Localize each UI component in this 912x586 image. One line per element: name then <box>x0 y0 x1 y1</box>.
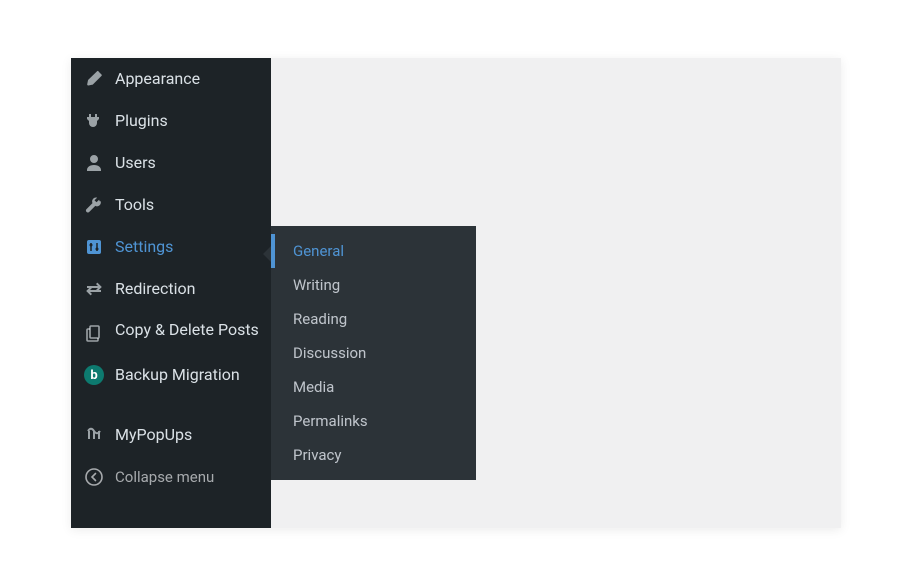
backup-migration-icon: b <box>83 364 105 386</box>
documents-icon <box>83 322 105 344</box>
sidebar-item-redirection[interactable]: Redirection <box>71 268 271 310</box>
submenu-item-reading[interactable]: Reading <box>271 302 476 336</box>
submenu-item-discussion[interactable]: Discussion <box>271 336 476 370</box>
sliders-icon <box>83 236 105 258</box>
sidebar-item-plugins[interactable]: Plugins <box>71 100 271 142</box>
collapse-icon <box>83 466 105 488</box>
sidebar-label: Tools <box>115 195 154 216</box>
sidebar-label: Redirection <box>115 279 195 300</box>
sidebar-item-settings[interactable]: Settings <box>71 226 271 268</box>
sidebar-label: Appearance <box>115 69 200 90</box>
sidebar-item-tools[interactable]: Tools <box>71 184 271 226</box>
user-icon <box>83 152 105 174</box>
sidebar-item-backup-migration[interactable]: b Backup Migration <box>71 354 271 396</box>
plug-icon <box>83 110 105 132</box>
submenu-item-privacy[interactable]: Privacy <box>271 438 476 472</box>
submenu-item-writing[interactable]: Writing <box>271 268 476 302</box>
sidebar-label: Copy & Delete Posts <box>115 320 259 341</box>
sidebar-label: MyPopUps <box>115 425 192 446</box>
sidebar-item-mypopups[interactable]: MyPopUps <box>71 414 271 456</box>
paintbrush-icon <box>83 68 105 90</box>
mypopups-icon <box>83 424 105 446</box>
submenu-item-general[interactable]: General <box>271 234 476 268</box>
collapse-menu-button[interactable]: Collapse menu <box>71 456 271 498</box>
sidebar-label: Plugins <box>115 111 168 132</box>
sidebar-item-copy-delete-posts[interactable]: Copy & Delete Posts <box>71 310 271 354</box>
menu-separator <box>71 396 271 414</box>
admin-sidebar: Appearance Plugins Users Tools Settings <box>71 58 271 528</box>
swap-icon <box>83 278 105 300</box>
submenu-item-media[interactable]: Media <box>271 370 476 404</box>
wrench-icon <box>83 194 105 216</box>
sidebar-item-users[interactable]: Users <box>71 142 271 184</box>
sidebar-label: Settings <box>115 237 173 258</box>
submenu-item-permalinks[interactable]: Permalinks <box>271 404 476 438</box>
settings-submenu: General Writing Reading Discussion Media… <box>271 226 476 480</box>
sidebar-label: Users <box>115 153 156 174</box>
admin-frame: Appearance Plugins Users Tools Settings <box>71 58 841 528</box>
collapse-label: Collapse menu <box>115 468 214 486</box>
sidebar-label: Backup Migration <box>115 365 240 386</box>
sidebar-item-appearance[interactable]: Appearance <box>71 58 271 100</box>
